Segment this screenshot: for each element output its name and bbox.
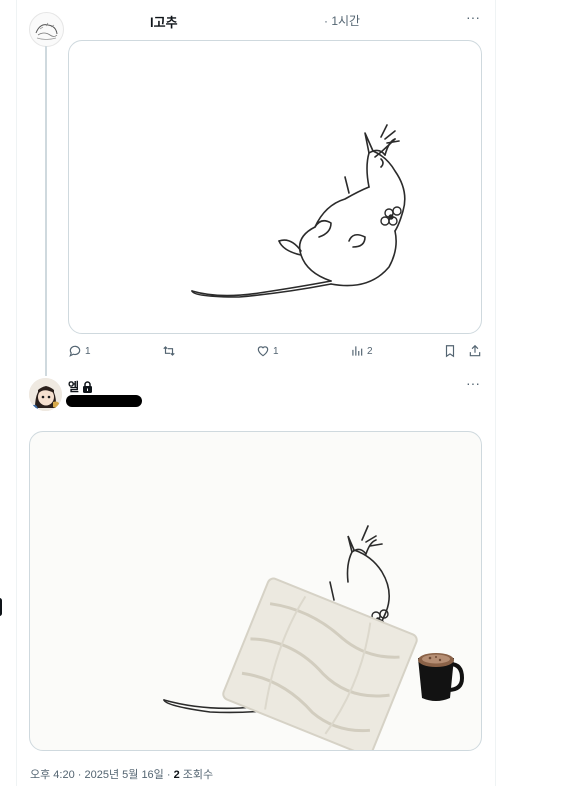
like-button[interactable]: 1 <box>256 344 279 358</box>
post-time[interactable]: 오후 4:20 <box>30 769 75 781</box>
like-count: 1 <box>273 345 279 357</box>
post-actions-bar: 1 1 2 <box>0 342 495 362</box>
retweet-button[interactable] <box>162 344 176 358</box>
avatar-character-icon <box>29 378 62 411</box>
more-options-icon[interactable]: ··· <box>466 10 484 26</box>
edge-scroll-marker <box>0 598 2 616</box>
column-border-right <box>495 0 496 786</box>
separator: · <box>74 769 85 781</box>
more-options-icon[interactable]: ··· <box>466 376 484 392</box>
cat-with-blanket-and-cocoa-image <box>163 525 465 750</box>
views-button[interactable]: 2 <box>350 344 373 358</box>
post-date[interactable]: 2025년 5월 16일 <box>85 769 164 781</box>
column-border-left <box>16 0 17 786</box>
bookmark-button[interactable] <box>443 344 457 358</box>
author-name-row[interactable]: 엘 <box>68 378 93 395</box>
post-image[interactable] <box>29 431 482 751</box>
lock-icon <box>83 380 93 393</box>
reply-icon <box>69 345 81 357</box>
avatar[interactable] <box>29 12 64 47</box>
thread-connector-line <box>45 46 47 376</box>
author-name[interactable]: l고추 <box>150 12 178 31</box>
avatar[interactable] <box>29 378 62 411</box>
bookmark-icon <box>445 345 455 358</box>
views-icon <box>352 346 363 356</box>
author-name[interactable]: 엘 <box>68 378 79 395</box>
post-time[interactable]: · 1시간 <box>324 12 360 29</box>
post-metadata: 오후 4:20 · 2025년 5월 16일 · 2 조회수 <box>30 766 213 782</box>
post-image[interactable] <box>68 40 482 334</box>
avatar-sketch-icon <box>35 22 58 40</box>
retweet-icon <box>163 346 175 356</box>
share-button[interactable] <box>468 344 482 358</box>
like-icon <box>257 346 269 357</box>
redacted-handle <box>66 395 142 407</box>
views-label: 조회수 <box>179 769 214 781</box>
separator: · <box>163 769 174 781</box>
share-icon <box>469 344 481 357</box>
cat-sketch-image <box>191 124 406 298</box>
view-count: 2 <box>367 345 373 357</box>
reply-count: 1 <box>85 345 91 357</box>
reply-button[interactable]: 1 <box>68 344 91 358</box>
